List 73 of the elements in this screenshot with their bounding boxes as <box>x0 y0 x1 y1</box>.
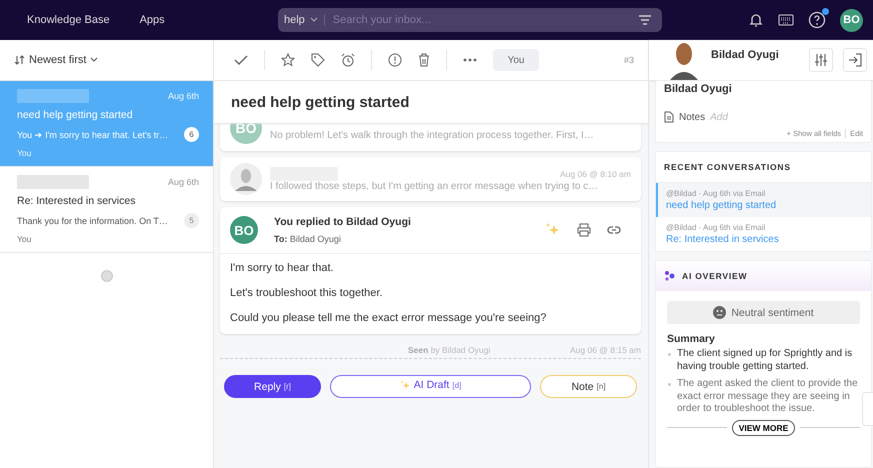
action-button[interactable]: Reply [r] <box>224 375 321 398</box>
keyboard-icon[interactable] <box>778 13 794 27</box>
notes-label: Notes <box>679 112 706 122</box>
avatar: BO <box>230 123 262 144</box>
person-avatar <box>667 40 701 80</box>
action-button[interactable]: AI Draft [d] <box>330 375 531 398</box>
contact-name: Bildad Oyugi <box>711 49 780 61</box>
section-title: AI OVERVIEW <box>682 271 748 281</box>
help-icon[interactable] <box>808 11 826 29</box>
message-preview: No problem! Let's walk through the integration process together. First, I… <box>270 130 595 140</box>
conversation-preview: Thank you for the information. On T… <box>17 216 168 226</box>
sort-dropdown[interactable]: Newest first <box>14 54 98 66</box>
scope-dropdown[interactable]: help <box>284 14 325 26</box>
message-paragraph: Could you please tell me the exact error message you're seeing? <box>230 312 548 324</box>
message-count: 6 <box>184 127 199 142</box>
message-title: You replied to Bildad Oyugi <box>274 216 412 228</box>
sentiment-badge: Neutral sentiment <box>667 301 860 324</box>
sort-icon <box>14 55 25 65</box>
print-icon[interactable] <box>577 223 591 237</box>
user-avatar[interactable]: BO <box>840 8 863 32</box>
conversation-preview: You ➔ I'm sorry to hear that. Let's tr… <box>17 130 168 140</box>
conversation-date: Aug 6th <box>168 91 199 101</box>
avatar: BO <box>230 216 258 244</box>
loading-indicator <box>100 270 112 282</box>
nav-link[interactable]: Knowledge Base <box>27 14 110 26</box>
note-icon <box>664 111 674 123</box>
person-avatar <box>230 163 262 195</box>
nav-link[interactable]: Apps <box>140 14 165 26</box>
summary-title: Summary <box>666 332 716 347</box>
conversation-number: #3 <box>624 55 634 65</box>
blurred-name <box>17 175 89 189</box>
summary-bullet: The client signed up for Sprightly and is having trouble getting started. <box>677 348 854 373</box>
tag-icon[interactable] <box>311 53 325 67</box>
recipient-line: To: Bildad Oyugi <box>274 234 342 244</box>
sliders-icon <box>814 53 828 67</box>
message-paragraph: Let's troubleshoot this together. <box>230 287 384 299</box>
exit-icon <box>848 53 862 67</box>
message-preview: I followed those steps, but I'm getting an error message when trying to c… <box>270 180 600 192</box>
seen-status: Seen by Bildad Oyugi <box>408 345 490 355</box>
check-icon[interactable] <box>234 54 248 66</box>
action-button[interactable]: Note [n] <box>540 375 637 398</box>
seen-time: Aug 06 @ 8:15 am <box>570 345 641 355</box>
conversation-subject: need help getting started <box>17 109 134 121</box>
view-more-button[interactable]: VIEW MORE <box>732 420 796 436</box>
alarm-icon[interactable] <box>341 53 355 67</box>
alert-icon[interactable] <box>388 53 402 67</box>
more-icon[interactable] <box>463 58 477 62</box>
search-field[interactable]: help Search your inbox... <box>278 8 662 32</box>
contact-name: Bildad Oyugi <box>664 82 733 97</box>
filter-icon[interactable] <box>638 14 652 26</box>
message-paragraph: I'm sorry to hear that. <box>230 262 335 274</box>
trash-icon[interactable] <box>418 53 430 67</box>
assignee-button[interactable]: You <box>493 49 539 71</box>
conversation-subject: Re: Interested in services <box>17 195 136 207</box>
conversation-item[interactable]: Aug 6th Re: Interested in services Thank you for the information. On T… 5 You <box>0 167 213 253</box>
message-count: 5 <box>184 213 199 228</box>
bullet-dot <box>668 353 671 356</box>
conversation-item[interactable]: Aug 6th need help getting started You ➔ I'm sorry to hear that. Let's tr… 6 You <box>0 81 213 167</box>
chevron-icon <box>310 17 318 23</box>
star-icon[interactable] <box>281 53 295 67</box>
bullet-dot <box>668 383 671 386</box>
assignee-label: You <box>17 148 32 158</box>
summary-bullet: The agent asked the client to provide the exact error message they are seeing in order to troubleshoot the issue. <box>677 378 859 416</box>
blurred-name <box>17 89 89 103</box>
bell-icon[interactable] <box>748 12 764 28</box>
message-time: Aug 06 @ 8:10 am <box>560 168 631 178</box>
chevron-icon <box>90 57 98 63</box>
assignee-label: You <box>17 234 32 244</box>
settings-button[interactable] <box>809 48 833 72</box>
link-icon[interactable] <box>607 225 621 235</box>
conversation-date: Aug 6th <box>168 177 199 187</box>
exit-button[interactable] <box>843 48 867 72</box>
conversation-title: need help getting started <box>214 81 648 123</box>
